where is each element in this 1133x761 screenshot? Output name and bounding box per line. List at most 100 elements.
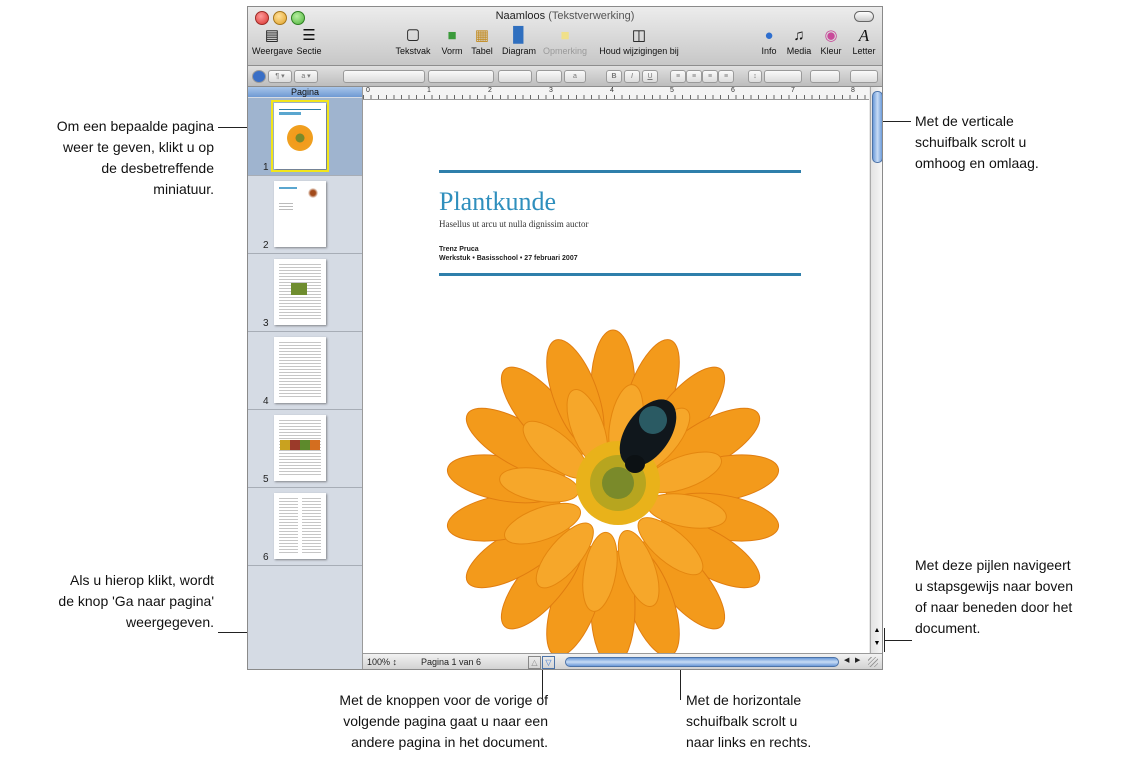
flower-image xyxy=(446,329,780,653)
thumbnail-image xyxy=(274,337,326,403)
info-icon: ● xyxy=(764,27,774,44)
page-thumbnail-3[interactable]: 3 xyxy=(248,254,362,332)
text-color-well[interactable] xyxy=(536,70,562,83)
status-bar: 100% ↕ Pagina 1 van 6 △ ▽ ◀ ▶ xyxy=(363,653,882,669)
font-typeface-popup[interactable] xyxy=(428,70,494,83)
line-spacing-popup[interactable] xyxy=(764,70,802,83)
header-rule-top xyxy=(439,170,801,173)
shape-icon: ■ xyxy=(447,27,457,44)
document-subtitle: Hasellus ut arcu ut nulla dignissim auct… xyxy=(439,219,589,229)
page-thumbnail-2[interactable]: 2 xyxy=(248,176,362,254)
scroll-left-arrow[interactable]: ◀ xyxy=(844,656,854,664)
callout-vertical-scrollbar: Met de verticale schuifbalk scrolt u omh… xyxy=(915,113,1039,171)
callout-thumbnail-line xyxy=(218,127,250,128)
ruler-mark: 4 xyxy=(610,87,614,94)
align-left-button[interactable]: ≡ xyxy=(670,70,686,83)
letter-button[interactable]: A Letter xyxy=(849,27,879,56)
media-button[interactable]: ♫ Media xyxy=(785,27,813,56)
page-number: 3 xyxy=(263,318,269,329)
font-family-popup[interactable] xyxy=(343,70,425,83)
tabel-button[interactable]: ▦ Tabel xyxy=(469,27,495,56)
vorm-button[interactable]: ■ Vorm xyxy=(439,27,465,56)
line-spacing-button[interactable]: ↕ xyxy=(748,70,762,83)
zoom-popup[interactable]: 100% ↕ xyxy=(367,657,411,667)
color-wheel-icon: ◉ xyxy=(824,27,838,44)
highlight-color-well[interactable]: a xyxy=(564,70,586,83)
ruler-mark: 6 xyxy=(731,87,735,94)
align-right-button[interactable]: ≡ xyxy=(702,70,718,83)
kleur-button[interactable]: ◉ Kleur xyxy=(817,27,845,56)
vertical-scrollbar[interactable]: ▲ ▼ xyxy=(870,87,882,653)
tekstvak-button[interactable]: ▢ Tekstvak xyxy=(393,27,433,56)
thumbnail-image xyxy=(271,100,329,172)
paragraph-style-popup[interactable]: ¶ ▾ xyxy=(268,70,292,83)
thumbnail-image xyxy=(274,493,326,559)
ruler-mark: 8 xyxy=(851,87,855,94)
page-indicator-button[interactable]: Pagina 1 van 6 xyxy=(421,657,521,667)
info-button[interactable]: ● Info xyxy=(758,27,780,56)
page-thumbnail-4[interactable]: 4 xyxy=(248,332,362,410)
vertical-scroll-thumb[interactable] xyxy=(872,91,882,163)
table-icon: ▦ xyxy=(474,27,490,44)
page-number: 2 xyxy=(263,240,269,251)
document-author-block: Trenz Pruca Werkstuk • Basisschool • 27 … xyxy=(439,246,578,262)
callout-arrows-line xyxy=(884,640,912,641)
next-page-button[interactable]: ▽ xyxy=(542,656,555,669)
document-title: Plantkunde xyxy=(439,187,556,216)
callout-goto-page: Als u hierop klikt, wordt de knop 'Ga na… xyxy=(58,572,214,630)
character-style-popup[interactable]: a ▾ xyxy=(294,70,318,83)
page-number: 5 xyxy=(263,474,269,485)
resize-grip-icon[interactable] xyxy=(868,657,878,667)
textbox-icon: ▢ xyxy=(405,27,421,43)
ruler-mark: 1 xyxy=(427,87,431,94)
callout-thumbnail: Om een bepaalde pagina weer te geven, kl… xyxy=(56,118,214,197)
thumbnail-image xyxy=(274,181,326,247)
comment-icon: ■ xyxy=(560,27,570,44)
bold-button[interactable]: B xyxy=(606,70,622,83)
page-number: 6 xyxy=(263,552,269,563)
page-number: 1 xyxy=(263,162,269,173)
document-page[interactable]: Plantkunde Hasellus ut arcu ut nulla dig… xyxy=(363,100,869,653)
list-style-popup[interactable] xyxy=(850,70,878,83)
format-bar: ¶ ▾ a ▾ a B I U ≡ ≡ ≡ ≡ ↕ xyxy=(248,66,882,87)
ruler-mark: 2 xyxy=(488,87,492,94)
scroll-down-arrow[interactable]: ▼ xyxy=(872,638,882,650)
page-thumbnail-1[interactable]: 1 xyxy=(248,98,362,176)
scroll-right-arrow[interactable]: ▶ xyxy=(855,656,865,664)
scroll-up-arrow[interactable]: ▲ xyxy=(872,625,882,637)
ruler-mark: 3 xyxy=(549,87,553,94)
previous-page-button[interactable]: △ xyxy=(528,656,541,669)
pages-window: Naamloos (Tekstverwerking) ▤ Weergave ☰ … xyxy=(247,6,883,670)
justify-button[interactable]: ≡ xyxy=(718,70,734,83)
diagram-button[interactable]: ▉ Diagram xyxy=(500,27,538,56)
page-thumbnail-6[interactable]: 6 xyxy=(248,488,362,566)
sidebar-header: Pagina xyxy=(248,87,362,97)
opmerking-button[interactable]: ■ Opmerking xyxy=(543,27,587,56)
header-rule-bottom xyxy=(439,273,801,276)
ruler-mark: 7 xyxy=(791,87,795,94)
thumbnail-image xyxy=(274,415,326,481)
underline-button[interactable]: U xyxy=(642,70,658,83)
window-title: Naamloos (Tekstverwerking) xyxy=(495,10,635,22)
page-thumbnail-5[interactable]: 5 xyxy=(248,410,362,488)
titlebar: Naamloos (Tekstverwerking) ▤ Weergave ☰ … xyxy=(248,7,882,66)
weergave-button[interactable]: ▤ Weergave xyxy=(252,27,293,56)
track-changes-button[interactable]: ◫ Houd wijzigingen bij xyxy=(593,27,685,56)
section-icon: ☰ xyxy=(302,27,316,44)
columns-popup[interactable] xyxy=(810,70,840,83)
ruler-mark: 5 xyxy=(670,87,674,94)
callout-prev-next: Met de knoppen voor de vorige of volgend… xyxy=(339,692,548,750)
horizontal-ruler: 0 1 2 3 4 5 6 7 8 xyxy=(363,87,869,100)
sectie-button[interactable]: ☰ Sectie xyxy=(292,27,326,56)
callout-arrows-bracket xyxy=(884,628,885,652)
font-size-popup[interactable] xyxy=(498,70,532,83)
page-number: 4 xyxy=(263,396,269,407)
callout-horizontal-scrollbar: Met de horizontale schuifbalk scrolt u n… xyxy=(686,692,812,750)
view-icon: ▤ xyxy=(264,27,280,44)
align-center-button[interactable]: ≡ xyxy=(686,70,702,83)
styles-drawer-button[interactable] xyxy=(252,70,266,83)
horizontal-scrollbar[interactable] xyxy=(565,657,839,667)
toolbar-toggle-button[interactable] xyxy=(854,11,874,22)
italic-button[interactable]: I xyxy=(624,70,640,83)
track-changes-icon: ◫ xyxy=(631,27,647,44)
